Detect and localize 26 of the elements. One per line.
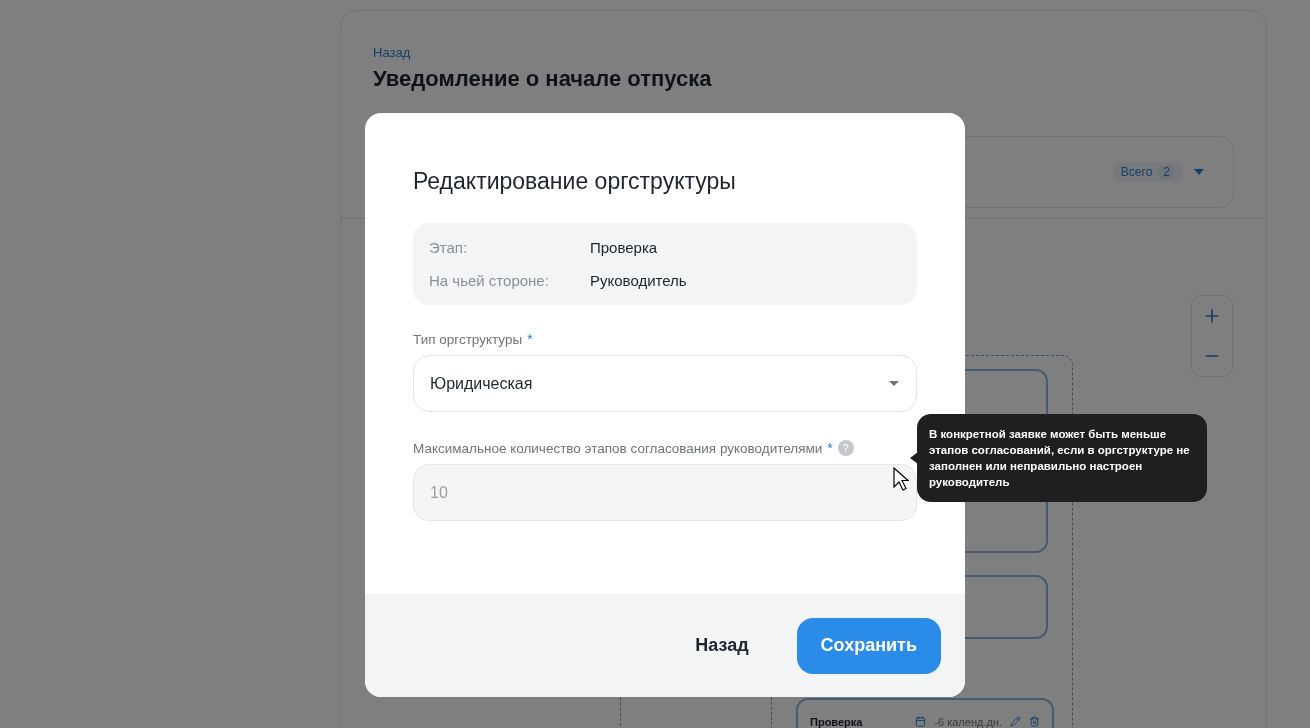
node-title: Проверка bbox=[810, 716, 863, 728]
back-link[interactable]: Назад bbox=[373, 45, 1234, 60]
back-button[interactable]: Назад bbox=[671, 617, 773, 674]
total-label: Всего bbox=[1120, 165, 1153, 179]
tooltip: В конкретной заявке может быть меньше этапов согласований, если в оргструктуре не заполнен или неправильно настроен руководитель bbox=[917, 414, 1207, 502]
required-mark: * bbox=[827, 440, 833, 456]
select-field[interactable]: Юридическая bbox=[413, 355, 917, 412]
save-button[interactable]: Сохранить bbox=[796, 617, 941, 674]
page-title: Уведомление о начале отпуска bbox=[373, 66, 713, 92]
calendar-icon bbox=[915, 716, 927, 727]
info-label: На чьей стороне: bbox=[429, 272, 550, 289]
field-label: Тип оргструктуры bbox=[413, 331, 523, 347]
caret-icon[interactable] bbox=[1193, 168, 1205, 176]
required-mark: * bbox=[527, 331, 533, 347]
info-value: Руководитель bbox=[590, 272, 688, 289]
edit-icon[interactable] bbox=[1010, 716, 1021, 727]
dialog-title: Редактирование оргструктуры bbox=[413, 168, 737, 195]
field-label: Максимальное количество этапов согласования руководителями bbox=[413, 440, 823, 456]
caret-icon bbox=[888, 380, 900, 387]
trash-icon[interactable] bbox=[1029, 716, 1040, 727]
cursor-icon bbox=[893, 467, 909, 491]
node-card[interactable]: Проверка -6 календ.дн. bbox=[796, 698, 1054, 728]
total-count: 2 bbox=[1158, 165, 1175, 179]
info-label: Этап: bbox=[429, 239, 469, 256]
info-value: Проверка bbox=[590, 239, 659, 256]
node-duration: -6 календ.дн. bbox=[934, 716, 1002, 728]
